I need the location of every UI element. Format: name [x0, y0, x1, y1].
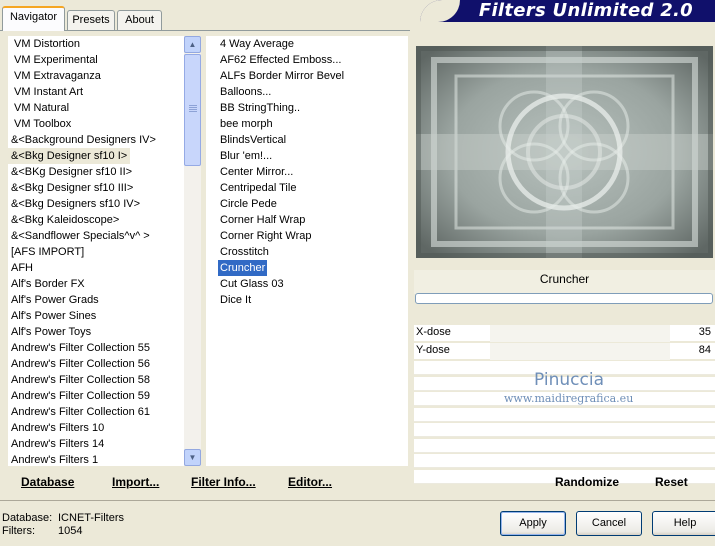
filter-item[interactable]: ALFs Border Mirror Bevel: [218, 68, 346, 84]
category-item[interactable]: &<Sandflower Specials^v^ >: [8, 228, 153, 244]
randomize-link-label: Randomize: [555, 475, 620, 489]
category-item[interactable]: Andrew's Filters 10: [8, 420, 107, 436]
cancel-button[interactable]: Cancel: [576, 511, 642, 536]
randomize-link[interactable]: Randomize: [555, 475, 619, 489]
empty-param-row: [414, 423, 715, 437]
category-item[interactable]: [AFS IMPORT]: [8, 244, 87, 260]
filter-item[interactable]: Dice It: [218, 292, 253, 308]
category-item[interactable]: Alf's Power Grads: [8, 292, 102, 308]
title-banner: Filters Unlimited 2.0: [420, 0, 715, 22]
category-item[interactable]: VM Natural: [8, 100, 72, 116]
tab-about[interactable]: About: [117, 10, 162, 30]
watermark-url: www.maidiregrafica.eu: [504, 392, 634, 405]
bottom-separator: [0, 500, 715, 501]
category-item[interactable]: Alf's Power Sines: [8, 308, 99, 324]
database-label: Database:: [2, 512, 53, 524]
filter-item[interactable]: Center Mirror...: [218, 164, 295, 180]
reset-link-label: Reset: [655, 475, 688, 489]
filter-info-link[interactable]: Filter Info...: [191, 475, 256, 489]
filter-item[interactable]: Circle Pede: [218, 196, 279, 212]
category-item[interactable]: Andrew's Filter Collection 61: [8, 404, 153, 420]
category-item[interactable]: VM Distortion: [8, 36, 83, 52]
filters-label: Filters:: [2, 525, 35, 537]
watermark-name: Pinuccia: [534, 370, 604, 390]
filters-info: Filters: 1054: [2, 525, 82, 537]
filter-item[interactable]: Balloons...: [218, 84, 273, 100]
filter-list[interactable]: 4 Way Average AF62 Effected Emboss... ALFs…: [206, 36, 408, 466]
scroll-thumb[interactable]: [184, 54, 201, 166]
editor-link-label: Editor...: [288, 475, 333, 489]
category-item[interactable]: Alf's Power Toys: [8, 324, 94, 340]
param-row-x-dose[interactable]: X-dose 35: [414, 325, 715, 342]
tab-label: Navigator: [9, 11, 58, 23]
category-item[interactable]: &<Bkg Designers sf10 IV>: [8, 196, 143, 212]
filter-item[interactable]: Corner Half Wrap: [218, 212, 307, 228]
database-link-label: Database: [21, 475, 75, 489]
category-item[interactable]: VM Instant Art: [8, 84, 86, 100]
category-list[interactable]: VM Distortion VM Experimental VM Extravaga…: [8, 36, 184, 466]
help-button[interactable]: Help: [652, 511, 715, 536]
y-dose-slider[interactable]: [490, 343, 670, 360]
filter-item[interactable]: AF62 Effected Emboss...: [218, 52, 343, 68]
filter-item[interactable]: Blur 'em!...: [218, 148, 274, 164]
filter-item[interactable]: 4 Way Average: [218, 36, 296, 52]
category-item[interactable]: Andrew's Filter Collection 59: [8, 388, 153, 404]
tab-label: About: [125, 14, 154, 26]
filter-item[interactable]: Cruncher: [218, 260, 268, 276]
database-link[interactable]: Database: [21, 475, 74, 489]
category-scrollbar[interactable]: ▲ ▼: [184, 36, 201, 466]
apply-button[interactable]: Apply: [500, 511, 566, 536]
category-item[interactable]: &<Bkg Designer sf10 I>: [8, 148, 131, 164]
category-item[interactable]: &<Bkg Designer sf10 III>: [8, 180, 136, 196]
category-item[interactable]: Andrew's Filters 1: [8, 452, 101, 468]
param-value: 35: [698, 326, 711, 338]
filter-info-link-label: Filter Info...: [191, 475, 256, 489]
import-link-label: Import...: [112, 475, 160, 489]
filter-item[interactable]: Centripedal Tile: [218, 180, 298, 196]
empty-param-row: [414, 454, 715, 468]
import-link[interactable]: Import...: [112, 475, 159, 489]
scroll-up-button[interactable]: ▲: [184, 36, 201, 53]
param-row-y-dose[interactable]: Y-dose 84: [414, 343, 715, 360]
param-label: X-dose: [416, 326, 451, 338]
param-value: 84: [698, 344, 711, 356]
filter-item[interactable]: Crosstitch: [218, 244, 271, 260]
category-item[interactable]: &<BKg Designer sf10 II>: [8, 164, 135, 180]
empty-param-row: [414, 438, 715, 453]
category-item[interactable]: &<Bkg Kaleidoscope>: [8, 212, 122, 228]
category-item[interactable]: &<Background Designers IV>: [8, 132, 159, 148]
editor-link[interactable]: Editor...: [288, 475, 332, 489]
category-item[interactable]: Andrew's Filters 14: [8, 436, 107, 452]
filter-item[interactable]: BB StringThing..: [218, 100, 302, 116]
category-item[interactable]: Andrew's Filter Collection 55: [8, 340, 153, 356]
empty-param-row: [414, 407, 715, 422]
filter-item[interactable]: BlindsVertical: [218, 132, 288, 148]
database-value: ICNET-Filters: [58, 512, 124, 524]
x-dose-slider[interactable]: [490, 325, 670, 342]
app-title: Filters Unlimited 2.0: [478, 0, 693, 21]
category-item[interactable]: Alf's Border FX: [8, 276, 88, 292]
category-item[interactable]: VM Toolbox: [8, 116, 74, 132]
reset-link[interactable]: Reset: [655, 475, 688, 489]
param-label: Y-dose: [416, 344, 450, 356]
tab-presets[interactable]: Presets: [67, 10, 115, 30]
database-info: Database: ICNET-Filters: [2, 512, 124, 524]
scroll-down-button[interactable]: ▼: [184, 449, 201, 466]
category-item[interactable]: VM Extravaganza: [8, 68, 104, 84]
filter-item[interactable]: Cut Glass 03: [218, 276, 286, 292]
category-item[interactable]: Andrew's Filter Collection 56: [8, 356, 153, 372]
tab-label: Presets: [72, 14, 110, 26]
category-item[interactable]: VM Experimental: [8, 52, 101, 68]
filter-item[interactable]: Corner Right Wrap: [218, 228, 314, 244]
tab-navigator[interactable]: Navigator: [2, 6, 65, 31]
category-item[interactable]: Andrew's Filter Collection 58: [8, 372, 153, 388]
filter-item[interactable]: bee morph: [218, 116, 275, 132]
progress-bar: [415, 293, 713, 304]
preview-image: [416, 46, 713, 258]
current-filter-name: Cruncher: [539, 272, 590, 286]
category-item[interactable]: AFH: [8, 260, 36, 276]
filters-count: 1054: [58, 525, 83, 537]
